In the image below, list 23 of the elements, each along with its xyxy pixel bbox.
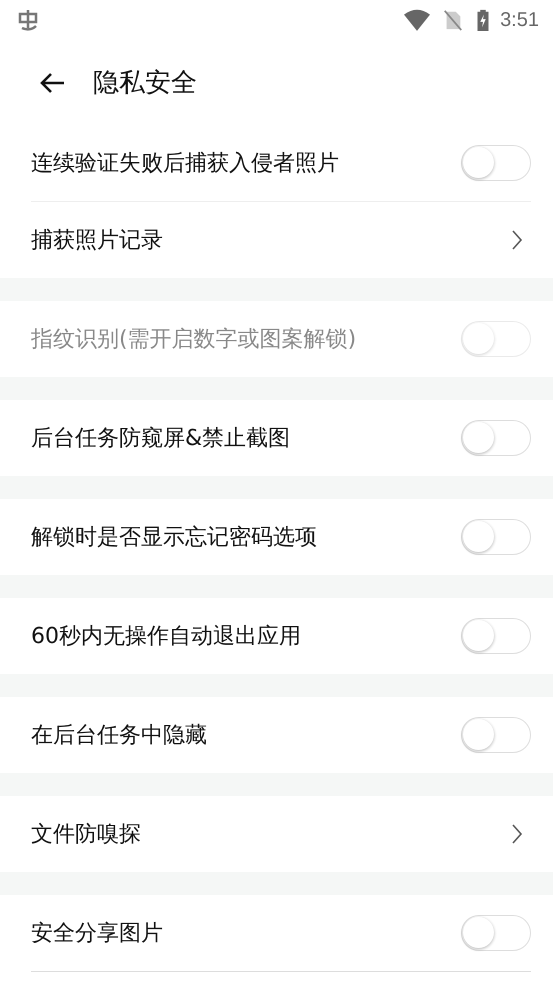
chevron-right-icon — [511, 229, 523, 251]
toggle-switch[interactable] — [461, 717, 531, 753]
page-title: 隐私安全 — [93, 67, 197, 100]
clock-time: 3:51 — [500, 8, 539, 32]
toggle-switch[interactable] — [461, 519, 531, 555]
setting-label[interactable]: 文件防嗅探 — [31, 819, 141, 849]
chevron-right-icon — [511, 823, 523, 845]
battery-charging-icon — [476, 9, 490, 31]
setting-label[interactable]: 捕获照片记录 — [31, 225, 163, 255]
toggle-switch[interactable] — [461, 618, 531, 654]
app-notification-icon — [16, 8, 40, 32]
setting-label: 60秒内无操作自动退出应用 — [31, 623, 301, 651]
setting-label: 后台任务防窥屏&禁止截图 — [31, 425, 290, 453]
toggle-switch[interactable] — [461, 145, 531, 181]
wifi-icon — [404, 9, 430, 31]
toggle-switch[interactable] — [461, 420, 531, 456]
setting-label: 解锁时是否显示忘记密码选项 — [31, 524, 317, 552]
setting-label: 指纹识别(需开启数字或图案解锁) — [31, 326, 356, 354]
back-arrow-icon[interactable] — [38, 70, 66, 94]
setting-label: 在后台任务中隐藏 — [31, 722, 207, 750]
setting-label: 安全分享图片 — [31, 920, 163, 948]
setting-label: 连续验证失败后捕获入侵者照片 — [31, 150, 339, 178]
toggle-switch[interactable] — [461, 915, 531, 951]
